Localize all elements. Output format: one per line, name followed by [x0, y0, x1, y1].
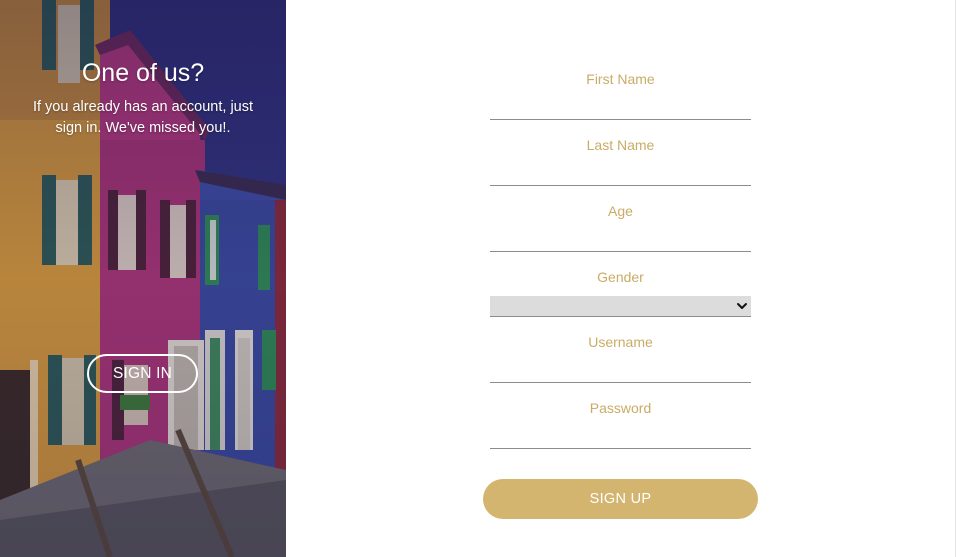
signup-page: One of us? If you already has an account… [0, 0, 956, 557]
username-input[interactable] [490, 357, 751, 383]
last-name-label: Last Name [586, 137, 655, 153]
first-name-input[interactable] [490, 94, 751, 120]
gender-select-wrapper [490, 296, 751, 317]
gender-select[interactable] [490, 296, 751, 317]
password-label: Password [589, 400, 652, 416]
age-label: Age [608, 203, 633, 219]
age-input[interactable] [490, 226, 751, 252]
panel-message: If you already has an account, just sign… [32, 99, 254, 136]
sign-up-button[interactable]: SIGN UP [483, 479, 758, 519]
panel-heading: One of us? [81, 59, 205, 87]
gender-label: Gender [597, 269, 644, 285]
signin-overlay-panel: One of us? If you already has an account… [0, 0, 286, 557]
sign-in-button[interactable]: SIGN IN [87, 354, 198, 393]
last-name-input[interactable] [490, 160, 751, 186]
password-input[interactable] [490, 423, 751, 449]
username-label: Username [588, 334, 653, 350]
first-name-label: First Name [586, 71, 655, 87]
